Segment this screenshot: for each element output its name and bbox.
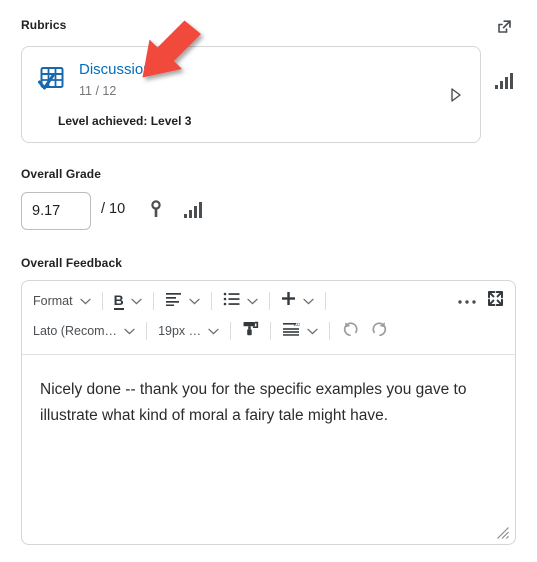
svg-text:123: 123 [294, 322, 301, 327]
chevron-down-icon [79, 298, 91, 305]
toolbar-separator [152, 292, 154, 310]
chevron-down-icon [189, 298, 200, 305]
overall-grade-label: Overall Grade [21, 167, 102, 181]
overall-grade-statistics-icon[interactable] [183, 202, 205, 219]
fullscreen-button[interactable] [482, 288, 509, 314]
chevron-down-icon [208, 328, 219, 335]
font-family-dropdown-label: Lato (Recom… [33, 324, 118, 338]
rubric-card[interactable]: Discussions 11 / 12 Level achieved: Leve… [21, 46, 481, 143]
overall-grade-input[interactable] [21, 192, 91, 230]
feedback-textarea-wrapper [22, 354, 515, 544]
key-icon[interactable] [148, 200, 164, 218]
bold-icon: B [113, 291, 124, 310]
align-left-icon [165, 292, 182, 311]
format-dropdown-label: Format [33, 294, 73, 308]
rubric-score: 11 / 12 [79, 84, 117, 98]
external-link-icon[interactable] [492, 14, 516, 38]
toolbar-separator [230, 322, 232, 340]
chevron-down-icon [131, 298, 142, 305]
rubric-grid-check-icon [38, 65, 66, 93]
list-dropdown[interactable] [218, 288, 263, 314]
chevron-right-triangle-icon[interactable] [446, 85, 466, 105]
expand-arrows-icon [487, 290, 504, 312]
resize-grip-icon[interactable] [496, 526, 510, 540]
rubric-level-achieved: Level achieved: Level 3 [58, 114, 192, 128]
line-spacing-dropdown[interactable]: 123 [277, 318, 323, 344]
feedback-textarea[interactable] [22, 355, 515, 544]
plus-icon [281, 291, 296, 311]
chevron-down-icon [247, 298, 258, 305]
toolbar-separator [210, 292, 212, 310]
rubric-title-link[interactable]: Discussions [79, 60, 159, 80]
editor-toolbar-row-2: Lato (Recom… 19px … 12 [22, 316, 515, 346]
font-size-dropdown-label: 19px … [158, 324, 202, 338]
redo-icon [370, 319, 389, 343]
bold-dropdown[interactable]: B [109, 288, 147, 314]
toolbar-separator [101, 292, 103, 310]
rich-text-editor: Format B Lato (Recom… 19px … 12 Nicely d… [21, 280, 516, 545]
toolbar-separator [329, 322, 331, 340]
toolbar-separator [270, 322, 272, 340]
format-painter-icon [242, 320, 259, 342]
redo-button[interactable] [365, 318, 394, 344]
overall-grade-denominator: / 10 [101, 201, 126, 217]
line-spacing-icon: 123 [282, 322, 302, 341]
more-options-button[interactable] [452, 288, 482, 314]
undo-button[interactable] [336, 318, 365, 344]
chevron-down-icon [303, 298, 314, 305]
ellipsis-icon [457, 292, 477, 310]
insert-dropdown[interactable] [276, 288, 319, 314]
overall-feedback-label: Overall Feedback [21, 256, 122, 270]
toolbar-separator [324, 292, 326, 310]
format-painter-button[interactable] [237, 318, 264, 344]
rubrics-section-label: Rubrics [21, 18, 67, 32]
editor-toolbar-row-1: Format B [22, 286, 515, 316]
bulleted-list-icon [223, 292, 240, 311]
undo-icon [341, 319, 360, 343]
format-dropdown[interactable]: Format [28, 288, 96, 314]
chevron-down-icon [307, 328, 318, 335]
font-size-dropdown[interactable]: 19px … [153, 318, 224, 344]
grading-panel: Rubrics Discussions 11 / 12 Level achiev… [0, 0, 537, 562]
align-dropdown[interactable] [160, 288, 205, 314]
font-family-dropdown[interactable]: Lato (Recom… [28, 318, 140, 344]
toolbar-separator [268, 292, 270, 310]
rubrics-header: Rubrics [21, 18, 516, 36]
chevron-down-icon [124, 328, 135, 335]
toolbar-separator [146, 322, 148, 340]
rubric-statistics-icon[interactable] [494, 72, 516, 90]
